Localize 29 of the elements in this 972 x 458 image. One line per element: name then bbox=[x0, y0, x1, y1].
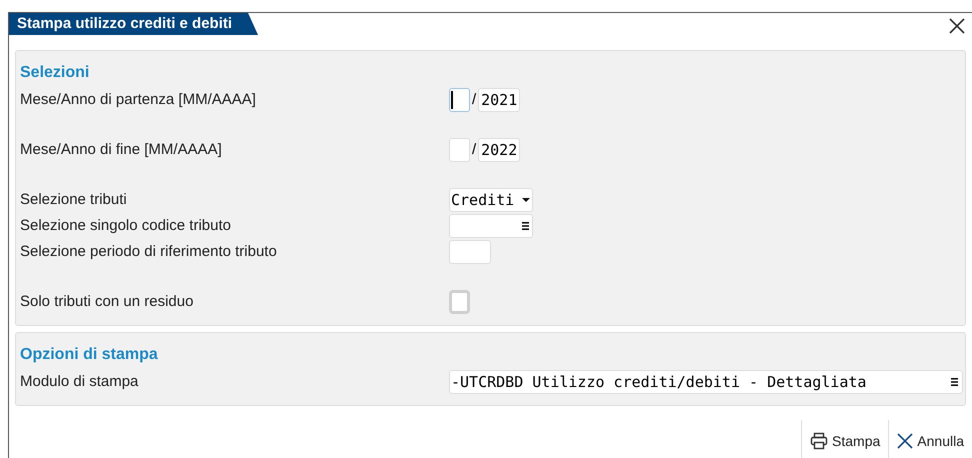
tributi-dropdown[interactable]: Crediti bbox=[449, 188, 533, 212]
print-button[interactable]: Stampa bbox=[801, 420, 888, 458]
section-title: Opzioni di stampa bbox=[20, 345, 159, 365]
cancel-button[interactable]: Annulla bbox=[888, 420, 972, 458]
field-label: Modulo di stampa bbox=[20, 372, 140, 392]
field-label: Mese/Anno di fine [MM/AAAA] bbox=[20, 140, 223, 160]
field-label: Selezione periodo di riferimento tributo bbox=[20, 242, 278, 262]
year-field[interactable]: 2021 bbox=[478, 88, 520, 112]
caret-icon bbox=[522, 198, 530, 202]
section-title: Selezioni bbox=[20, 63, 90, 83]
close-icon bbox=[897, 433, 914, 449]
field-label: Mese/Anno di partenza [MM/AAAA] bbox=[20, 90, 257, 110]
month-field[interactable] bbox=[449, 138, 470, 162]
lookup-field[interactable] bbox=[449, 214, 533, 238]
close-icon[interactable] bbox=[949, 18, 965, 34]
field-label: Selezione tributi bbox=[20, 190, 128, 210]
year-field[interactable]: 2022 bbox=[478, 138, 520, 162]
month-field[interactable] bbox=[449, 88, 470, 112]
list-icon bbox=[522, 222, 529, 230]
field-label: Solo tributi con un residuo bbox=[20, 292, 194, 312]
lookup-field[interactable]: -UTCRDBD Utilizzo crediti/debiti - Dettagliata bbox=[449, 370, 963, 394]
checkbox[interactable] bbox=[449, 290, 470, 314]
list-icon bbox=[951, 378, 958, 386]
date-separator: / bbox=[472, 90, 476, 110]
date-separator: / bbox=[472, 140, 476, 160]
field-label: Selezione singolo codice tributo bbox=[20, 216, 232, 236]
printer-icon bbox=[810, 432, 828, 450]
input-field[interactable] bbox=[449, 240, 491, 264]
window-title: Stampa utilizzo crediti e debiti bbox=[9, 13, 258, 35]
